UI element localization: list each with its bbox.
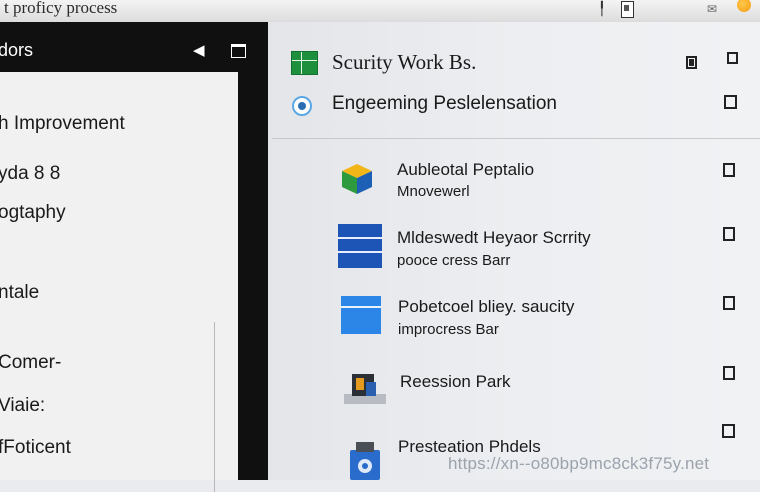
divider xyxy=(214,322,215,492)
title-bar: t proficy process ╿ ✉ xyxy=(0,0,760,23)
sidebar-item[interactable]: ntale xyxy=(0,282,39,304)
document-icon[interactable] xyxy=(621,1,634,18)
divider xyxy=(272,138,760,139)
list-item-title[interactable]: Mldeswedt Heyaor Scrrity xyxy=(397,228,591,248)
sidebar-item[interactable]: fFoticent xyxy=(0,437,71,459)
list-item-subtitle: pooce cress Barr xyxy=(397,252,511,269)
cube-icon xyxy=(342,164,372,194)
list-item-subtitle: improcress Bar xyxy=(398,321,499,338)
list-item-title[interactable]: Pobetcoel bliey. saucity xyxy=(398,297,574,317)
checkbox-icon[interactable] xyxy=(724,95,737,109)
left-panel-header: dors ◀ xyxy=(0,30,250,70)
sidebar-item[interactable]: Viaie: xyxy=(0,395,45,417)
list-item-subtitle: Mnovewerl xyxy=(397,183,470,200)
status-dot-icon[interactable] xyxy=(737,0,751,12)
blue-window-icon xyxy=(341,296,381,334)
header-row-label[interactable]: Engeeming Peslelensation xyxy=(332,93,557,115)
checkbox-icon[interactable] xyxy=(727,52,738,64)
window-title: t proficy process xyxy=(4,0,118,17)
blue-bars-icon xyxy=(338,224,382,268)
checkbox-icon[interactable] xyxy=(723,366,735,380)
green-grid-icon xyxy=(291,51,318,75)
list-item-title[interactable]: Aubleotal Peptalio xyxy=(397,160,534,180)
header-row-label[interactable]: Scurity Work Bs. xyxy=(332,50,476,75)
window-icon[interactable] xyxy=(231,44,246,58)
checkbox-icon[interactable] xyxy=(686,56,697,69)
toolbox-icon xyxy=(344,374,386,404)
collapse-arrow-icon[interactable]: ◀ xyxy=(193,41,205,59)
list-item-title[interactable]: Reession Park xyxy=(400,372,511,392)
sidebar-item[interactable]: ogtaphy xyxy=(0,202,66,224)
sidebar-item[interactable]: Comer- xyxy=(0,352,61,374)
left-panel-title: dors xyxy=(0,40,34,60)
checkbox-icon[interactable] xyxy=(723,163,735,177)
package-icon xyxy=(350,442,380,480)
mail-icon[interactable]: ✉ xyxy=(707,2,717,16)
checkbox-icon[interactable] xyxy=(723,296,735,310)
sidebar-item[interactable]: h Improvement xyxy=(0,113,125,135)
sidebar-item[interactable]: yda 8 8 xyxy=(0,163,60,185)
watermark: https://xn--o80bp9mc8ck3f75y.net xyxy=(448,454,710,473)
pin-icon[interactable]: ╿ xyxy=(598,1,606,17)
checkbox-icon[interactable] xyxy=(723,227,735,241)
target-icon xyxy=(292,96,312,116)
checkbox-icon[interactable] xyxy=(722,424,735,438)
